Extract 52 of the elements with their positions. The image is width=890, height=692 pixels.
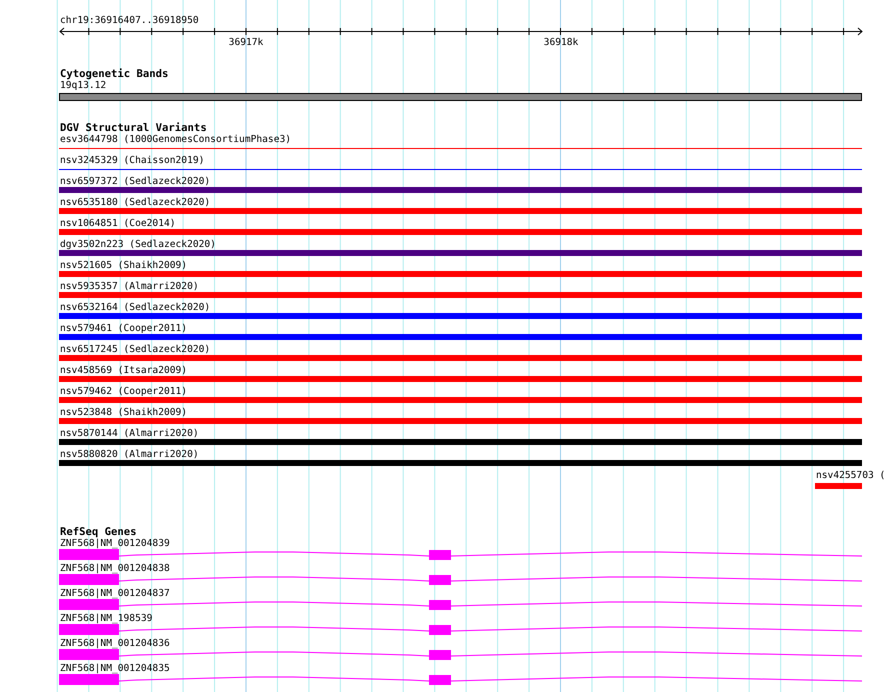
variant-bar[interactable] [815,483,862,489]
variant-bar[interactable] [59,271,862,277]
gene-model-drawing[interactable] [59,599,862,610]
variant-bar[interactable] [59,376,862,382]
gene-model-drawing[interactable] [59,624,862,635]
transcript-label: ZNF568|NM_001204837 [59,588,171,599]
transcript-label: ZNF568|NM_198539 [59,613,154,624]
variant-label: nsv521605 (Shaikh2009) [59,260,188,271]
variant-bar[interactable] [59,355,862,361]
variant-label: nsv3245329 (Chaisson2019) [59,155,206,166]
variant-bar[interactable] [59,208,862,214]
variant-bar[interactable] [59,397,862,403]
location-label: chr19:36916407..36918950 [59,15,200,27]
variant-label: nsv6597372 (Sedlazeck2020) [59,176,212,187]
variant-bar[interactable] [59,250,862,256]
transcript-label: ZNF568|NM_001204836 [59,638,171,649]
variant-label: esv3644798 (1000GenomesConsortiumPhase3) [59,134,292,145]
variant-label: nsv1064851 (Coe2014) [59,218,177,229]
tick-label: 36917k [228,37,264,48]
transcript-label: ZNF568|NM_001204838 [59,563,171,574]
variant-label: nsv458569 (Itsara2009) [59,365,188,376]
variant-label: nsv5935357 (Almarri2020) [59,281,200,292]
variant-bar[interactable] [59,334,862,340]
track-title: RefSeq Genes [59,527,138,538]
band-label: 19q13.12 [59,80,108,91]
cytoband-bar[interactable] [59,93,862,101]
variant-bar[interactable] [59,187,862,193]
variant-label: nsv5880820 (Almarri2020) [59,449,200,460]
variant-bar[interactable] [59,460,862,466]
track-title: Cytogenetic Bands [59,69,170,80]
variant-bar[interactable] [59,292,862,298]
track-title: DGV Structural Variants [59,123,208,134]
variant-bar[interactable] [59,229,862,235]
gene-model-drawing[interactable] [59,674,862,685]
variant-label: dgv3502n223 (Sedlazeck2020) [59,239,217,250]
tick-label: 36918k [544,37,578,48]
variant-label: nsv579462 (Cooper2011) [59,386,188,397]
gene-model-drawing[interactable] [59,549,862,560]
variant-bar[interactable] [59,418,862,424]
gene-model-drawing[interactable] [59,649,862,660]
variant-label: nsv6535180 (Sedlazeck2020) [59,197,212,208]
transcript-label: ZNF568|NM_001204835 [59,663,171,674]
variant-bar[interactable] [59,439,862,445]
transcript-label: ZNF568|NM_001204839 [59,538,171,549]
variant-label: nsv5870144 (Almarri2020) [59,428,200,439]
variant-label: nsv523848 (Shaikh2009) [59,407,188,418]
gene-model-drawing[interactable] [59,574,862,585]
variant-label: nsv4255703 ( [815,470,886,481]
variant-label: nsv6517245 (Sedlazeck2020) [59,344,212,355]
variant-label: nsv6532164 (Sedlazeck2020) [59,302,212,313]
variant-label: nsv579461 (Cooper2011) [59,323,188,334]
variant-bar[interactable] [59,313,862,319]
